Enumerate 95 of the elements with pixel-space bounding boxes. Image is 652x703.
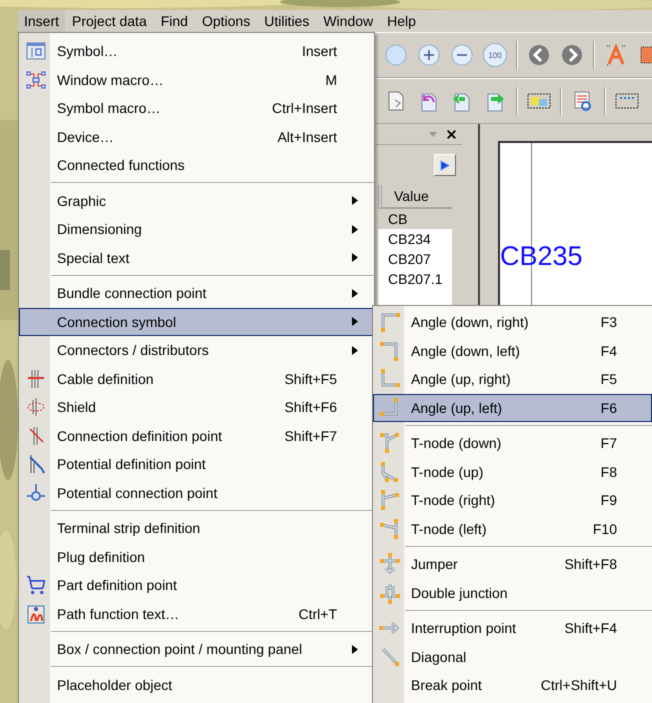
menu-item[interactable]: Bundle connection point: [19, 279, 374, 308]
t-node-icon: [379, 489, 401, 512]
cart-icon: [26, 575, 46, 596]
menu-item[interactable]: Dimensioning: [19, 215, 374, 244]
shortcut-text: F10: [592, 520, 617, 537]
menu-item[interactable]: Symbol… Insert: [19, 37, 374, 66]
shortcut-text: Shift+F6: [284, 399, 337, 416]
menu-item[interactable]: Connection definition point Shift+F7: [19, 422, 374, 450]
menu-item[interactable]: Connected functions: [19, 151, 374, 180]
list-item[interactable]: CB: [378, 209, 452, 229]
menu-bar-item[interactable]: Options: [194, 10, 258, 32]
menu-item[interactable]: Potential connection point: [19, 478, 374, 507]
menu-item[interactable]: Cable definition Shift+F5: [19, 364, 374, 393]
shortcut-text: Shift+F8: [564, 556, 617, 572]
shortcut-text: Ctrl+Insert: [272, 100, 337, 116]
close-icon[interactable]: [445, 128, 458, 140]
submenu-arrow-icon: [352, 196, 358, 206]
menu-item[interactable]: Device… Alt+Insert: [19, 122, 374, 151]
menu-bar-item[interactable]: Find: [154, 10, 195, 32]
back-icon[interactable]: [527, 43, 551, 67]
shortcut-text: F6: [600, 400, 617, 416]
angle-icon: [379, 311, 401, 334]
menu-item[interactable]: Plug definition: [19, 542, 374, 571]
menu-item[interactable]: Window macro… M: [19, 66, 374, 94]
menu-item[interactable]: Terminal strip definition: [19, 514, 374, 542]
menu-item[interactable]: Angle (up, right) F5: [373, 365, 652, 394]
menu-item[interactable]: Jumper Shift+F8: [373, 550, 652, 578]
menu-item[interactable]: Graphic: [19, 186, 374, 215]
t-node-icon: [379, 460, 401, 483]
zoom-out-icon[interactable]: [450, 43, 474, 67]
menu-item[interactable]: Connection symbol: [19, 308, 374, 336]
submenu-arrow-icon: [352, 644, 358, 654]
play-icon: [440, 160, 450, 170]
menu-item[interactable]: Special text: [19, 244, 374, 272]
menu-item[interactable]: Connectors / distributors: [19, 336, 374, 364]
menu-item[interactable]: Double junction: [373, 578, 652, 607]
path-text-icon: [25, 602, 47, 625]
shortcut-text: F3: [600, 314, 617, 330]
shortcut-text: F9: [600, 492, 617, 508]
menu-item[interactable]: T-node (down) F7: [373, 429, 652, 458]
menu-item[interactable]: Interruption point Shift+F4: [373, 614, 652, 642]
zoom-in-icon[interactable]: [417, 43, 441, 67]
shortcut-text: F8: [600, 464, 617, 480]
submenu-arrow-icon: [352, 253, 358, 262]
cable-icon: [25, 368, 47, 390]
shortcut-text: Ctrl+Shift+U: [540, 677, 617, 694]
t-node-icon: [379, 432, 401, 454]
t-node-icon: [379, 518, 401, 540]
menu-item[interactable]: Part definition point: [19, 571, 374, 600]
menu-item[interactable]: Box / connection point / mounting panel: [19, 635, 374, 664]
menu-item[interactable]: T-node (right) F9: [373, 486, 652, 514]
menu-bar-item[interactable]: Window: [316, 10, 380, 32]
angle-icon: [379, 340, 401, 362]
menu-bar-item[interactable]: Help: [380, 10, 423, 32]
menu-item[interactable]: Placeholder object: [19, 670, 374, 699]
diagonal-icon: [379, 646, 401, 668]
submenu-arrow-icon: [352, 288, 358, 298]
shortcut-text: Ctrl+T: [298, 606, 337, 622]
shortcut-text: F5: [600, 371, 617, 388]
shortcut-text: Shift+F4: [564, 620, 617, 636]
shield-icon: [25, 396, 47, 418]
forward-icon[interactable]: [560, 43, 584, 67]
submenu-arrow-icon: [352, 346, 358, 355]
submenu-arrow-icon: [352, 317, 358, 326]
menu-item[interactable]: T-node (left) F10: [373, 514, 652, 543]
menu-item[interactable]: Angle (down, left) F4: [373, 336, 652, 365]
menu-item[interactable]: Potential definition point: [19, 450, 374, 478]
page-label: CB235: [500, 241, 583, 273]
menu-bar-item[interactable]: Project data: [65, 10, 154, 32]
menu-item[interactable]: Break point Ctrl+Shift+U: [373, 671, 652, 700]
column-header[interactable]: Value: [378, 185, 452, 209]
shortcut-text: Alt+Insert: [277, 128, 337, 145]
jumper-icon: [379, 553, 401, 576]
window-icon: [25, 40, 47, 62]
menu-item[interactable]: Angle (up, left) F6: [373, 394, 652, 422]
shortcut-text: M: [325, 72, 337, 88]
menu-item[interactable]: T-node (up) F8: [373, 458, 652, 486]
shortcut-text: Shift+F7: [284, 428, 337, 444]
menu-item[interactable]: Shield Shift+F6: [19, 393, 374, 422]
shortcut-text: F4: [600, 342, 617, 359]
shortcut-text: Shift+F5: [284, 370, 337, 387]
shortcut-text: Insert: [302, 43, 337, 60]
zoom-100-button[interactable]: 100: [483, 43, 507, 67]
menu-item[interactable]: Diagonal: [373, 642, 652, 671]
menu-bar-item[interactable]: Utilities: [257, 10, 316, 32]
menu-bar-item[interactable]: Insert: [18, 10, 66, 32]
angle-icon: [379, 396, 401, 419]
shortcut-text: F7: [600, 435, 617, 452]
submenu-arrow-icon: [352, 224, 358, 234]
menu-item[interactable]: Angle (down, right) F3: [373, 308, 652, 336]
circuit-icon: [25, 68, 47, 91]
play-button[interactable]: [434, 154, 456, 176]
menu-item[interactable]: Path function text… Ctrl+T: [19, 600, 374, 628]
junction-icon: [379, 582, 401, 604]
menu-item[interactable]: Symbol macro… Ctrl+Insert: [19, 94, 374, 122]
